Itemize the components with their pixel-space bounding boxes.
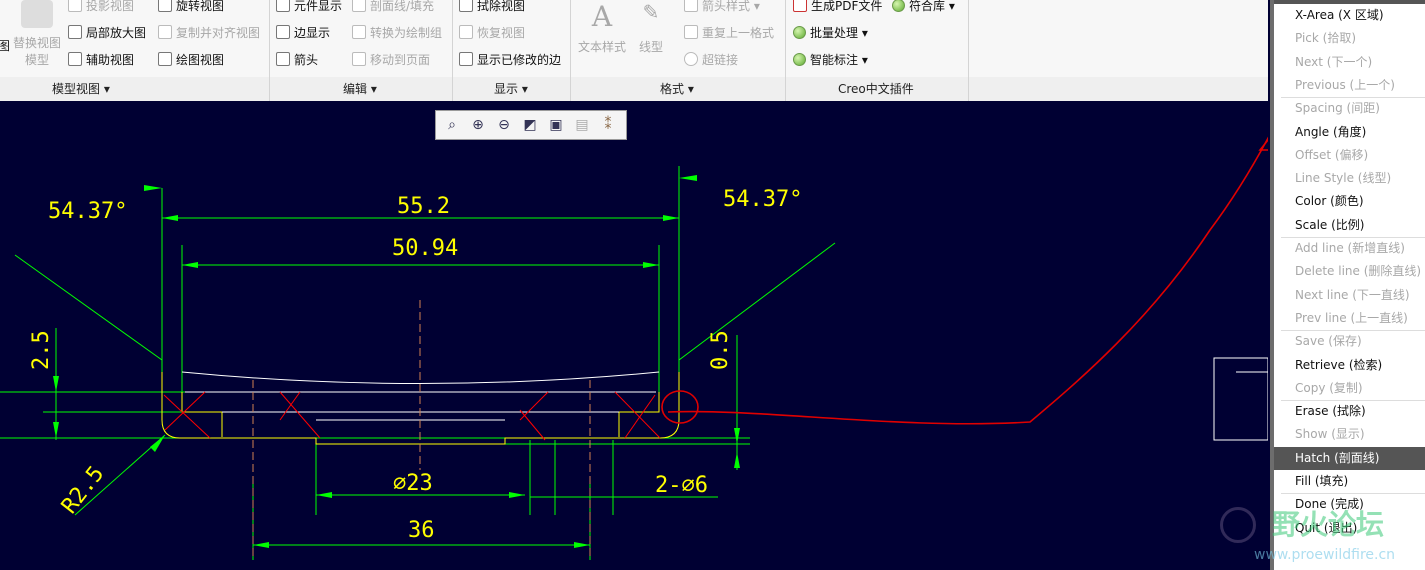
zoom-fit-icon[interactable]: ⌕ bbox=[442, 115, 462, 135]
zoom-out-icon[interactable]: ⊖ bbox=[494, 115, 514, 135]
hatch-lines bbox=[163, 391, 661, 441]
dim-2-5[interactable]: 2.5 bbox=[29, 330, 54, 370]
partial-view-right bbox=[1213, 357, 1268, 441]
menu-item-copy[interactable]: Copy (复制) bbox=[1274, 377, 1425, 400]
dim-angle-left[interactable]: 54.37° bbox=[48, 199, 127, 224]
dim-2-dia-6[interactable]: 2-∅6 bbox=[655, 473, 708, 498]
menu-item-line-style[interactable]: Line Style (线型) bbox=[1274, 167, 1425, 190]
menu-item-fill[interactable]: Fill (填充) bbox=[1274, 470, 1425, 493]
datum-display-icon[interactable]: ⁑ bbox=[598, 115, 618, 135]
zoom-in-icon[interactable]: ⊕ bbox=[468, 115, 488, 135]
menu-item-add-line[interactable]: Add line (新增直线) bbox=[1274, 237, 1425, 260]
dim-0-5[interactable]: 0.5 bbox=[708, 330, 733, 370]
menu-item-hatch[interactable]: Hatch (剖面线) bbox=[1274, 446, 1425, 470]
watermark-logo bbox=[1220, 507, 1256, 543]
dim-55-2[interactable]: 55.2 bbox=[397, 194, 450, 219]
dimension-texts: 54.37° 54.37° 55.2 50.94 2.5 0.5 R2.5 ∅2… bbox=[29, 187, 802, 543]
menu-item-angle[interactable]: Angle (角度) bbox=[1274, 121, 1425, 144]
dim-dia-23[interactable]: ∅23 bbox=[393, 471, 433, 496]
menu-item-color[interactable]: Color (颜色) bbox=[1274, 190, 1425, 213]
menu-item-spacing[interactable]: Spacing (间距) bbox=[1274, 97, 1425, 120]
dim-50-94[interactable]: 50.94 bbox=[392, 236, 458, 261]
menu-item-retrieve[interactable]: Retrieve (检索) bbox=[1274, 354, 1425, 377]
dim-angle-right[interactable]: 54.37° bbox=[723, 187, 802, 212]
watermark-text: 野火论坛 bbox=[1272, 508, 1385, 541]
menu-item-x-area[interactable]: X-Area (X 区域) bbox=[1274, 4, 1425, 27]
menu-item-erase[interactable]: Erase (拭除) bbox=[1274, 400, 1425, 423]
menu-item-pick[interactable]: Pick (拾取) bbox=[1274, 27, 1425, 50]
dim-36[interactable]: 36 bbox=[408, 518, 435, 543]
repaint-icon[interactable]: ◩ bbox=[520, 115, 540, 135]
menu-item-next-line[interactable]: Next line (下一直线) bbox=[1274, 284, 1425, 307]
watermark-url: www.proewildfire.cn bbox=[1254, 547, 1396, 563]
drawing-graphics: 54.37° 54.37° 55.2 50.94 2.5 0.5 R2.5 ∅2… bbox=[0, 136, 1268, 560]
menu-item-offset[interactable]: Offset (偏移) bbox=[1274, 144, 1425, 167]
watermark: 野火论坛 www.proewildfire.cn bbox=[1214, 503, 1425, 570]
dim-r2-5[interactable]: R2.5 bbox=[57, 462, 109, 519]
view-toolbar: ⌕ ⊕ ⊖ ◩ ▣ ▤ ⁑ bbox=[435, 110, 627, 140]
menu-item-next[interactable]: Next (下一个) bbox=[1274, 51, 1425, 74]
menu-item-previous[interactable]: Previous (上一个) bbox=[1274, 74, 1425, 97]
menu-item-prev-line[interactable]: Prev line (上一直线) bbox=[1274, 307, 1425, 330]
saved-views-icon[interactable]: ▤ bbox=[572, 115, 592, 135]
hatch-menu-manager: X-Area (X 区域) Pick (拾取) Next (下一个) Previous… bbox=[1270, 0, 1425, 570]
menu-item-delete-line[interactable]: Delete line (删除直线) bbox=[1274, 260, 1425, 283]
display-style-icon[interactable]: ▣ bbox=[546, 115, 566, 135]
menu-item-scale[interactable]: Scale (比例) bbox=[1274, 214, 1425, 237]
red-annotation bbox=[661, 136, 1268, 425]
menu-item-show[interactable]: Show (显示) bbox=[1274, 423, 1425, 446]
menu-item-save[interactable]: Save (保存) bbox=[1274, 330, 1425, 353]
